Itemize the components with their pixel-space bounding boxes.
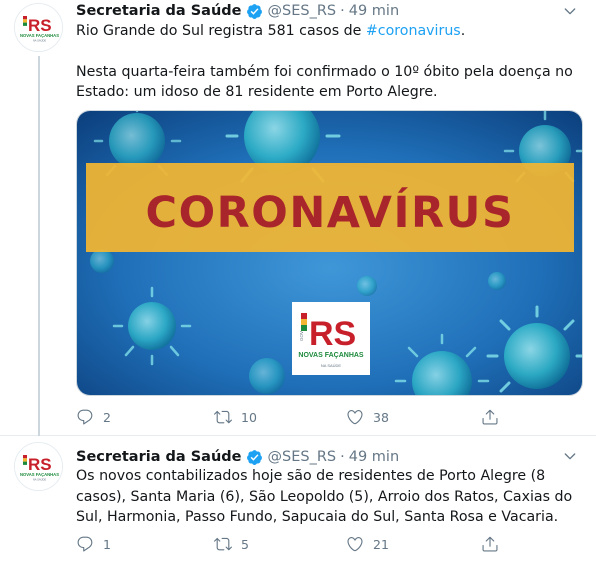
author-name[interactable]: Secretaria da Saúde [76, 3, 242, 19]
share-button[interactable] [481, 534, 499, 554]
logo-subtitle-text: NOVAS FAÇANHAS [298, 352, 364, 359]
tweet-2[interactable]: RS NOVAS FAÇANHAS NA SAÚDE Secretaria da… [0, 437, 596, 572]
heart-icon [347, 410, 363, 425]
heart-icon [347, 537, 363, 552]
logo-gov-text: GOV [299, 331, 304, 341]
retweet-icon [214, 537, 232, 551]
hashtag-link[interactable]: #coronavirus [366, 23, 461, 39]
tweet-text-line1: Rio Grande do Sul registra 581 casos de … [76, 21, 581, 42]
text-prefix: Rio Grande do Sul registra 581 casos de [76, 23, 366, 39]
rs-logo-icon: RS NOVAS FAÇANHAS NA SAÚDE [15, 443, 62, 490]
logo-rs-text: RS [309, 315, 356, 353]
avatar-subtitle-text: NOVAS FAÇANHAS [20, 33, 59, 38]
tweet-actions: 2 10 38 [76, 407, 506, 427]
reply-icon [77, 536, 93, 552]
retweet-count: 10 [241, 409, 257, 425]
tweet-header: Secretaria da Saúde @SES_RS · 49 min [76, 447, 399, 467]
reply-button[interactable]: 2 [76, 407, 111, 427]
reply-icon [77, 409, 93, 425]
author-handle[interactable]: @SES_RS [268, 449, 337, 465]
avatar-subtitle-text: NOVAS FAÇANHAS [20, 472, 59, 477]
tweet-timestamp[interactable]: 49 min [349, 3, 399, 19]
reply-count: 2 [103, 409, 111, 425]
like-button[interactable]: 38 [346, 407, 389, 427]
avatar[interactable]: RS NOVAS FAÇANHAS NA SAÚDE [14, 3, 63, 52]
logo-tagline-text: NA SAÚDE [321, 363, 342, 368]
author-name[interactable]: Secretaria da Saúde [76, 449, 242, 465]
banner-text: CORONAVÍRUS [146, 187, 515, 238]
retweet-button[interactable]: 5 [214, 534, 249, 554]
thread-line [38, 56, 40, 436]
retweet-count: 5 [241, 536, 249, 552]
tweet-1[interactable]: RS NOVAS FAÇANHAS NA SAÚDE Secretaria da… [0, 0, 596, 436]
tweet-text: Os novos contabilizados hoje são de resi… [76, 468, 573, 525]
tweet-text-para2: Nesta quarta-feira também foi confirmado… [76, 63, 573, 101]
rs-logo-icon: GOV RS NOVAS FAÇANHAS NA SAÚDE [292, 302, 370, 375]
header-separator: · [340, 449, 345, 465]
tweet-media-image[interactable]: CORONAVÍRUS GOV RS NOVAS FAÇANHAS NA SAÚ… [76, 110, 583, 396]
like-count: 38 [373, 409, 389, 425]
tweet-actions: 1 5 21 [76, 534, 506, 554]
chevron-down-icon[interactable] [562, 3, 578, 19]
share-icon [482, 536, 498, 552]
tweet-text: Rio Grande do Sul registra 581 casos de … [76, 21, 581, 103]
coronavirus-illustration: CORONAVÍRUS GOV RS NOVAS FAÇANHAS NA SAÚ… [77, 111, 582, 395]
verified-badge-icon [246, 449, 262, 465]
tweet-timestamp[interactable]: 49 min [349, 449, 399, 465]
share-icon [482, 409, 498, 425]
rs-logo-icon: RS NOVAS FAÇANHAS NA SAÚDE [15, 4, 62, 51]
text-suffix: . [460, 23, 466, 39]
chevron-down-icon[interactable] [562, 448, 578, 464]
retweet-icon [214, 410, 232, 424]
reply-count: 1 [103, 536, 111, 552]
author-handle[interactable]: @SES_RS [268, 3, 337, 19]
header-separator: · [340, 3, 345, 19]
like-count: 21 [373, 536, 389, 552]
retweet-button[interactable]: 10 [214, 407, 257, 427]
tweet-header: Secretaria da Saúde @SES_RS · 49 min [76, 1, 399, 21]
verified-badge-icon [246, 3, 262, 19]
reply-button[interactable]: 1 [76, 534, 111, 554]
avatar[interactable]: RS NOVAS FAÇANHAS NA SAÚDE [14, 442, 63, 491]
like-button[interactable]: 21 [346, 534, 389, 554]
share-button[interactable] [481, 407, 499, 427]
